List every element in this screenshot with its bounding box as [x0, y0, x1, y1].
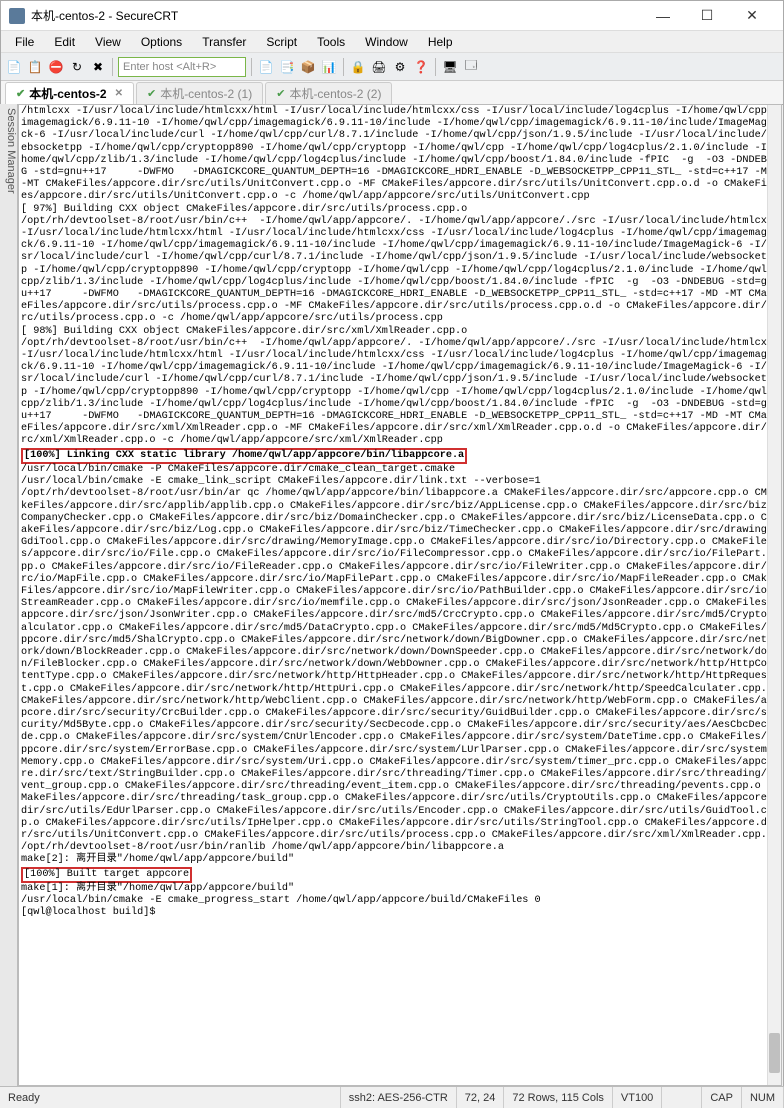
connected-icon: ✔ — [16, 87, 25, 100]
terminal-output: /usr/local/bin/cmake -P CMakeFiles/appco… — [21, 464, 779, 866]
titlebar: 本机-centos-2 - SecureCRT — ☐ ✕ — [1, 1, 783, 31]
status-cursor-pos: 72, 24 — [457, 1087, 505, 1108]
toolbar-sep — [343, 58, 344, 76]
status-ready: Ready — [0, 1087, 341, 1108]
toolbar-sep — [435, 58, 436, 76]
window-title: 本机-centos-2 - SecureCRT — [31, 7, 641, 24]
settings-icon[interactable]: ⚙ — [391, 58, 409, 76]
menu-file[interactable]: File — [5, 33, 44, 51]
cancel-icon[interactable]: ✖ — [89, 58, 107, 76]
toolbar-sep — [251, 58, 252, 76]
menu-transfer[interactable]: Transfer — [192, 33, 256, 51]
menu-view[interactable]: View — [85, 33, 131, 51]
status-term-type: VT100 — [613, 1087, 662, 1108]
toolbar: 📄 📋 ⛔ ↻ ✖ Enter host <Alt+R> 📄 📑 📦 📊 🔒 🖨… — [1, 53, 783, 81]
reconnect-icon[interactable]: ↻ — [68, 58, 86, 76]
tabbar: ✔ 本机-centos-2 ✕ ✔ 本机-centos-2 (1) ✔ 本机-c… — [1, 81, 783, 105]
highlight-built-target: [100%] Built target appcore — [21, 867, 192, 883]
app-icon — [9, 8, 25, 24]
terminal-output: make[1]: 离开目录"/home/qwl/app/appcore/buil… — [21, 883, 541, 918]
connected-icon: ✔ — [276, 87, 285, 100]
lock-icon[interactable]: 🔒 — [349, 58, 367, 76]
help-icon[interactable]: ❓ — [412, 58, 430, 76]
terminal[interactable]: /htmlcxx -I/usr/local/include/htmlcxx/ht… — [18, 104, 782, 1086]
tab-label: 本机-centos-2 — [29, 85, 106, 102]
highlight-linking: [100%] Linking CXX static library /home/… — [21, 448, 467, 464]
menu-help[interactable]: Help — [418, 33, 463, 51]
terminal-output: /htmlcxx -I/usr/local/include/htmlcxx/ht… — [21, 106, 779, 446]
menubar: File Edit View Options Transfer Script T… — [1, 31, 783, 53]
close-button[interactable]: ✕ — [729, 2, 775, 30]
scroll-thumb[interactable] — [769, 1033, 780, 1073]
maximize-button[interactable]: ☐ — [685, 2, 729, 30]
menu-window[interactable]: Window — [355, 33, 418, 51]
session-list-icon[interactable]: 📋 — [26, 58, 44, 76]
status-ssh: ssh2: AES-256-CTR — [341, 1087, 457, 1108]
transfer-icon[interactable]: 📦 — [299, 58, 317, 76]
tab-centos-2-2[interactable]: ✔ 本机-centos-2 (2) — [265, 82, 392, 104]
scrollbar[interactable] — [767, 105, 781, 1085]
status-num: NUM — [742, 1087, 784, 1108]
print-icon[interactable]: 🖨 — [370, 58, 388, 76]
tab-centos-2-1[interactable]: ✔ 本机-centos-2 (1) — [136, 82, 263, 104]
tile-icon[interactable]: 📊 — [320, 58, 338, 76]
session-manager-tab[interactable]: Session Manager — [0, 104, 18, 1086]
menu-options[interactable]: Options — [131, 33, 192, 51]
paste-icon[interactable]: 📑 — [278, 58, 296, 76]
menu-tools[interactable]: Tools — [307, 33, 355, 51]
connected-icon: ✔ — [147, 87, 156, 100]
window-icon[interactable]: 🗔 — [462, 58, 480, 76]
status-size: 72 Rows, 115 Cols — [504, 1087, 613, 1108]
menu-script[interactable]: Script — [256, 33, 307, 51]
new-session-icon[interactable]: 📄 — [5, 58, 23, 76]
host-input[interactable]: Enter host <Alt+R> — [118, 57, 246, 77]
screen-icon[interactable]: 🖥 — [441, 58, 459, 76]
tab-label: 本机-centos-2 (1) — [160, 85, 252, 102]
disconnect-icon[interactable]: ⛔ — [47, 58, 65, 76]
tab-label: 本机-centos-2 (2) — [289, 85, 381, 102]
minimize-button[interactable]: — — [641, 2, 685, 30]
copy-icon[interactable]: 📄 — [257, 58, 275, 76]
statusbar: Ready ssh2: AES-256-CTR 72, 24 72 Rows, … — [0, 1086, 784, 1108]
toolbar-sep — [112, 58, 113, 76]
tab-centos-2[interactable]: ✔ 本机-centos-2 ✕ — [5, 82, 134, 104]
status-cap: CAP — [702, 1087, 742, 1108]
tab-close-icon[interactable]: ✕ — [115, 88, 123, 99]
menu-edit[interactable]: Edit — [44, 33, 85, 51]
